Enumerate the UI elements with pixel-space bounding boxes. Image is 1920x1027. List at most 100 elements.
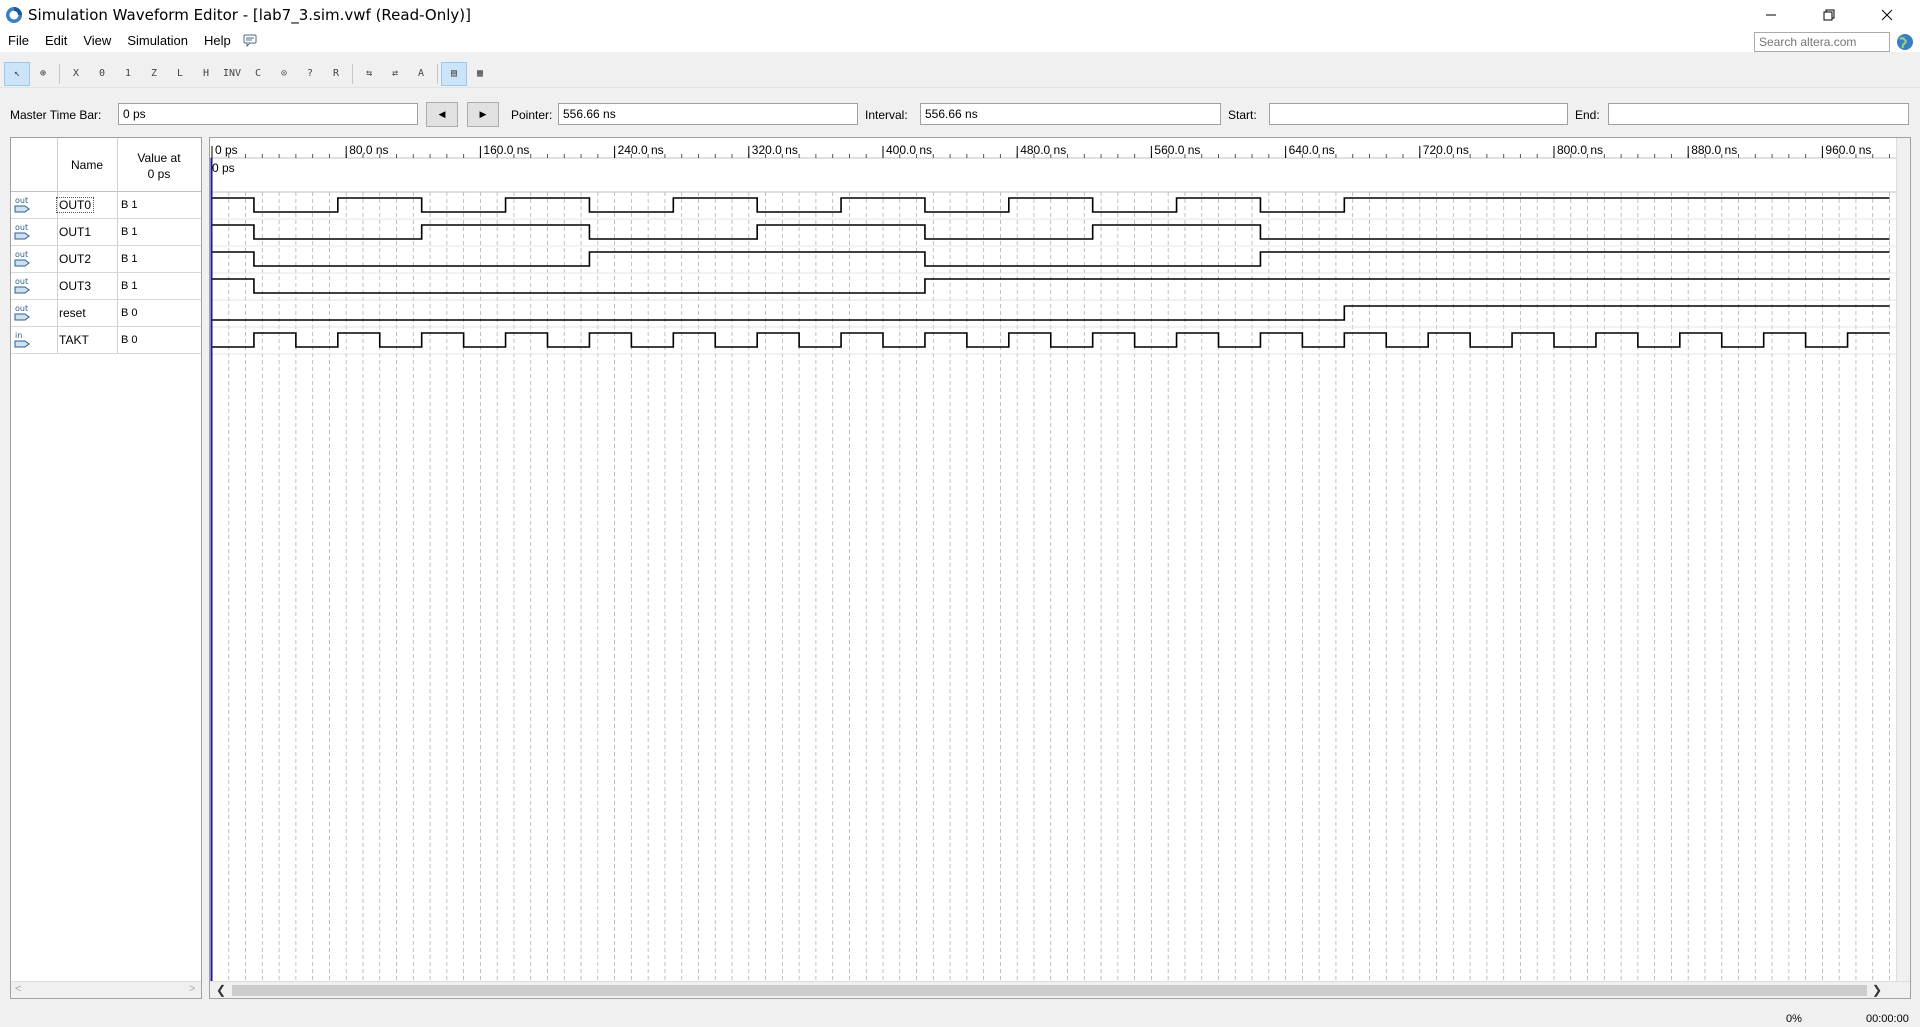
interval-field[interactable]: 556.66 ns (920, 103, 1221, 125)
name-column-header[interactable]: Name (57, 158, 117, 172)
pin-direction-label: out (15, 196, 28, 205)
start-label: Start: (1228, 108, 1257, 122)
waveform-panel[interactable]: 0 ps 80.0 ns 160.0 ns 240.0 ns 320.0 ns 400.0… (209, 137, 1911, 999)
force-high-button[interactable]: 1 (115, 62, 141, 86)
invert-button[interactable]: INV (219, 62, 245, 86)
signal-name[interactable]: TAKT (59, 333, 89, 347)
input-pin-icon: in (14, 331, 30, 348)
count-value-button[interactable]: C (245, 62, 271, 86)
ungroup-button[interactable]: A (408, 62, 434, 86)
group-icon: ⇄ (391, 68, 399, 79)
time-label: 320.0 ns (752, 143, 798, 157)
scroll-right-icon[interactable]: ❯ (1872, 982, 1882, 998)
signal-row[interactable]: out OUT0 B 1 (11, 192, 201, 219)
force-low-button[interactable]: 0 (89, 62, 115, 86)
value-column-header[interactable]: Value at 0 ps (117, 150, 201, 182)
output-pin-icon: out (14, 250, 30, 267)
restore-button[interactable] (1800, 0, 1858, 30)
next-transition-button[interactable]: ▶ (467, 102, 499, 127)
waveform-view-button[interactable]: ▤ (441, 61, 467, 86)
signal-value: B 1 (121, 199, 138, 211)
time-bar: Master Time Bar: 0 ps ◀ ▶ Pointer: 556.6… (0, 100, 1920, 130)
signal-row[interactable]: out OUT1 B 1 (11, 219, 201, 246)
scroll-left-icon[interactable]: ❮ (216, 982, 226, 998)
high-impedance-button[interactable]: Z (141, 62, 167, 86)
end-field[interactable] (1608, 103, 1909, 125)
ungroup-icon: A (417, 68, 425, 79)
signal-row[interactable]: out OUT3 B 1 (11, 273, 201, 300)
close-button[interactable] (1858, 0, 1916, 30)
value-header-line1: Value at (137, 151, 181, 165)
scroll-thumb[interactable] (232, 985, 1867, 996)
menu-edit[interactable]: Edit (37, 30, 75, 52)
globe-icon[interactable] (1896, 33, 1914, 51)
waveform-horizontal-scrollbar[interactable]: ❮ ❯ (210, 981, 1910, 998)
pin-direction-label: out (15, 277, 28, 286)
restore-icon (1823, 9, 1835, 21)
waveform-canvas[interactable]: 0 ps 80.0 ns 160.0 ns 240.0 ns 320.0 ns 400.0… (210, 138, 1896, 981)
weak-high-icon: H (202, 68, 210, 79)
menu-simulation[interactable]: Simulation (119, 30, 196, 52)
signal-name[interactable]: OUT2 (59, 252, 91, 266)
time-label: 960.0 ns (1825, 143, 1871, 157)
interval-label: Interval: (865, 108, 908, 122)
weak-low-icon: L (176, 68, 184, 79)
cursor-label: 0 ps (212, 161, 235, 175)
snap-to-grid-button[interactable]: ⇆ (356, 62, 382, 86)
signal-value: B 0 (121, 307, 138, 319)
names-header: Name Value at 0 ps (11, 138, 201, 192)
value-header-line2: 0 ps (147, 167, 171, 181)
selection-tool-icon: ↖ (13, 68, 21, 79)
simulation-settings-icon: ▦ (476, 68, 484, 79)
force-low-icon: 0 (98, 68, 106, 79)
signal-row[interactable]: out reset B 0 (11, 300, 201, 327)
signal-name[interactable]: OUT1 (59, 225, 91, 239)
master-time-bar-field[interactable]: 0 ps (118, 103, 418, 125)
scroll-left-icon[interactable]: < (15, 983, 21, 995)
menu-file[interactable]: File (0, 30, 37, 52)
arbitrary-value-button[interactable]: ? (297, 62, 323, 86)
feedback-icon[interactable] (243, 34, 259, 48)
end-label: End: (1575, 108, 1600, 122)
time-label: 480.0 ns (1020, 143, 1066, 157)
search-input[interactable] (1754, 32, 1890, 52)
weak-low-button[interactable]: L (167, 62, 193, 86)
previous-transition-button[interactable]: ◀ (426, 102, 458, 127)
selection-tool-button[interactable]: ↖ (4, 61, 30, 86)
output-pin-icon: out (14, 196, 30, 213)
time-label: 0 ps (215, 143, 238, 157)
pointer-field[interactable]: 556.66 ns (558, 103, 858, 125)
quartus-app-icon (6, 7, 22, 23)
toolbar-separator (437, 63, 438, 84)
time-label: 400.0 ns (886, 143, 932, 157)
zoom-tool-button[interactable]: ⊕ (30, 62, 56, 86)
status-bar: 0% 00:00:00 (0, 1005, 1920, 1027)
simulation-settings-button[interactable]: ▦ (467, 62, 493, 86)
unknown-value-button[interactable]: X (63, 62, 89, 86)
menu-view[interactable]: View (75, 30, 119, 52)
random-value-button[interactable]: R (323, 62, 349, 86)
master-time-bar-label: Master Time Bar: (10, 108, 102, 122)
time-label: 640.0 ns (1289, 143, 1335, 157)
time-label: 80.0 ns (349, 143, 388, 157)
minimize-button[interactable] (1742, 0, 1800, 30)
signal-name[interactable]: reset (59, 306, 86, 320)
toolbar-separator (352, 63, 353, 84)
weak-high-button[interactable]: H (193, 62, 219, 86)
menu-help[interactable]: Help (196, 30, 239, 52)
scroll-right-icon[interactable]: > (189, 983, 195, 995)
waveform-vertical-scrollbar[interactable] (1896, 138, 1910, 981)
signal-name[interactable]: OUT3 (59, 279, 91, 293)
waveform-takt (212, 332, 1890, 348)
close-icon (1881, 9, 1893, 21)
time-label: 720.0 ns (1423, 143, 1469, 157)
start-field[interactable] (1269, 103, 1568, 125)
output-pin-icon: out (14, 277, 30, 294)
signal-row[interactable]: in TAKT B 0 (11, 327, 201, 354)
signal-name[interactable]: OUT0 (55, 197, 95, 213)
group-button[interactable]: ⇄ (382, 62, 408, 86)
signal-row[interactable]: out OUT2 B 1 (11, 246, 201, 273)
names-horizontal-scrollbar[interactable]: < > (11, 981, 201, 998)
clock-button[interactable]: ⊙ (271, 62, 297, 86)
arbitrary-value-icon: ? (306, 68, 314, 79)
